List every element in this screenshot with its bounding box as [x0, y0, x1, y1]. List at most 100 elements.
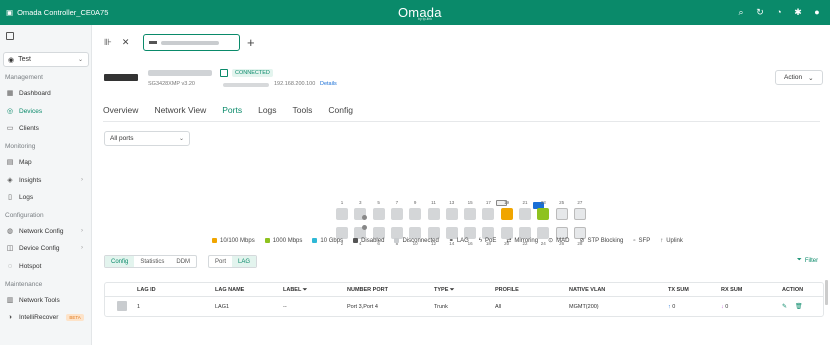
delete-icon[interactable]: 🗑: [795, 303, 803, 310]
sidebar-item-devices[interactable]: ◎ Devices: [3, 104, 89, 118]
site-selector[interactable]: ◉ Test ⌄: [3, 52, 89, 67]
legend-swatch: [312, 238, 318, 243]
port-number-label: 13: [449, 200, 455, 205]
location-icon: ◉: [8, 56, 15, 64]
port-23[interactable]: [537, 208, 550, 220]
subtab-port[interactable]: Port: [209, 256, 232, 267]
refresh-icon[interactable]: ↻: [755, 7, 765, 17]
sidebar-item-clients[interactable]: ▭ Clients: [3, 121, 89, 135]
col-lag-id: LAG ID: [137, 287, 156, 293]
chevron-down-icon: ⌄: [178, 136, 184, 142]
port-filter-select[interactable]: All ports ⌄: [104, 131, 190, 146]
action-button[interactable]: Action ⌄: [775, 70, 823, 85]
tab-ports[interactable]: Ports: [222, 105, 243, 122]
device-model: SG3428XMP v3.20: [148, 81, 195, 87]
sidebar-item-logs[interactable]: ▯ Logs: [3, 190, 89, 204]
section-monitoring: Monitoring: [5, 143, 36, 150]
settings-icon[interactable]: ✱: [793, 7, 803, 17]
sidebar-item-insights[interactable]: ◈ Insights ›: [3, 173, 89, 187]
port-number-label: 1: [340, 200, 344, 205]
filter-button[interactable]: ⏷ Filter: [797, 257, 818, 264]
col-profile: PROFILE: [495, 287, 519, 293]
subtab-lag[interactable]: LAG: [232, 256, 257, 267]
controller-name: Omada Controller_CE0A75: [17, 8, 109, 17]
view-segmented-control: Config Statistics DDM: [104, 255, 198, 268]
col-native-vlan: NATIVE VLAN: [569, 287, 606, 293]
sidebar-item-dashboard[interactable]: ▦ Dashboard: [3, 86, 89, 100]
port-25[interactable]: [555, 208, 568, 220]
chevron-right-icon: ›: [81, 177, 83, 183]
port-number-label: 7: [395, 200, 399, 205]
chevron-right-icon: ›: [81, 228, 83, 234]
controller-icon: ▣: [6, 8, 14, 17]
user-icon[interactable]: ●: [812, 7, 822, 17]
subtab-ddm[interactable]: DDM: [170, 256, 196, 267]
lag-marker-icon: [362, 225, 368, 230]
panel-collapse-icon[interactable]: ⊪: [104, 37, 112, 48]
sidebar-item-device-config[interactable]: ◫ Device Config ›: [3, 241, 89, 255]
uplink-icon: ↑: [660, 237, 664, 244]
sidebar: ◉ Test ⌄ Management ▦ Dashboard ◎ Device…: [0, 25, 92, 345]
port-number-label: 9: [413, 200, 417, 205]
col-tx-sum: TX SUM: [668, 287, 689, 293]
lag-icon: ⚭: [448, 238, 454, 244]
top-bar: ▣ Omada Controller_CE0A75 Omada by tp-li…: [0, 0, 830, 25]
table-header: LAG ID LAG NAME LABEL ⏷ NUMBER PORT TYPE…: [105, 283, 823, 297]
port-21[interactable]: [519, 208, 531, 220]
device-tab-name-redacted: [161, 40, 219, 45]
port-1[interactable]: [336, 208, 348, 220]
port-5[interactable]: [372, 208, 385, 220]
port-9[interactable]: [409, 208, 422, 220]
legend-swatch: [264, 238, 270, 243]
sidebar-item-hotspot[interactable]: ◌ Hotspot: [3, 259, 89, 273]
port-number-label: 19: [504, 200, 510, 205]
edit-icon[interactable]: [220, 69, 228, 77]
beta-badge: BETA: [66, 313, 84, 321]
sidebar-item-network-tools[interactable]: ▥ Network Tools: [3, 293, 89, 307]
port-17[interactable]: [482, 208, 495, 220]
sidebar-item-map[interactable]: ▤ Map: [3, 155, 89, 169]
lag-marker-icon: [362, 215, 368, 220]
edit-icon[interactable]: ✎: [782, 303, 787, 310]
stp-icon: ⊘: [579, 238, 585, 244]
logs-icon: ▯: [8, 194, 12, 201]
tab-network-view[interactable]: Network View: [154, 105, 206, 122]
intellirecover-icon: ◑: [7, 313, 13, 321]
port-13[interactable]: [445, 208, 458, 220]
details-link[interactable]: Details: [320, 81, 337, 87]
port-7[interactable]: [390, 208, 403, 220]
port-27[interactable]: [573, 208, 586, 220]
tab-config[interactable]: Config: [328, 105, 353, 122]
scrollbar[interactable]: [825, 280, 828, 305]
switch-image: [104, 74, 138, 81]
status-badge: CONNECTED: [232, 69, 273, 77]
port-number-label: 27: [577, 200, 583, 205]
close-icon[interactable]: ✕: [122, 37, 130, 48]
subtab-config[interactable]: Config: [105, 256, 135, 267]
sidebar-toggle-icon[interactable]: [6, 32, 14, 40]
mirroring-icon: ⇄: [506, 238, 512, 244]
port-11[interactable]: [427, 208, 440, 220]
sidebar-item-intellirecover[interactable]: ◑ IntelliRecover BETA: [3, 310, 89, 324]
filter-icon: ⏷: [302, 287, 308, 293]
port-number-label: 17: [485, 200, 491, 205]
port-19[interactable]: [500, 208, 513, 220]
tab-overview[interactable]: Overview: [103, 105, 138, 122]
add-tab-icon[interactable]: +: [247, 35, 255, 50]
row-checkbox[interactable]: [117, 301, 127, 311]
device-tab[interactable]: [143, 34, 240, 51]
sidebar-item-network-config[interactable]: ◍ Network Config ›: [3, 224, 89, 238]
port-legend: 10/100 Mbps 1000 Mbps 10 Gbps Disabled D…: [212, 237, 683, 244]
col-action: ACTION: [782, 287, 804, 293]
section-configuration: Configuration: [5, 212, 44, 219]
port-15[interactable]: [464, 208, 477, 220]
subtab-statistics[interactable]: Statistics: [134, 256, 170, 267]
tab-logs[interactable]: Logs: [258, 105, 276, 122]
col-number-port: NUMBER PORT: [347, 287, 388, 293]
controller-selector[interactable]: ▣ Omada Controller_CE0A75: [6, 8, 108, 17]
dashboard-icon: ▦: [6, 90, 14, 97]
tab-tools[interactable]: Tools: [293, 105, 313, 122]
search-icon[interactable]: ⌕: [736, 7, 746, 17]
site-name: Test: [18, 56, 31, 63]
notification-icon[interactable]: ◔: [774, 7, 784, 17]
